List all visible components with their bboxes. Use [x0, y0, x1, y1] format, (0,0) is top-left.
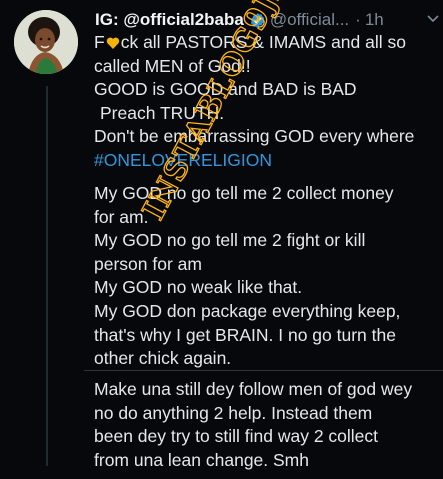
reply-1-line-6: My GOD don package everything keep, — [94, 300, 401, 321]
thread-reply-2-text: Make una still dey follow men of god wey… — [94, 378, 435, 472]
reply-1-line-5: My GOD no weak like that. — [94, 277, 303, 298]
reply-2-line-2: no do anything 2 help. Instead them — [94, 402, 373, 423]
author-avatar-image — [14, 10, 78, 74]
tweet-line-3: GOOD is GOOD and BAD is BAD — [94, 79, 357, 100]
reply-1-line-4: person for am — [94, 253, 202, 274]
reply-1-line-2: for am. — [94, 206, 149, 227]
reply-2-line-3: been dey try to still find way 2 collect — [94, 426, 379, 447]
reply-2-line-1: Make una still dey follow men of god wey — [94, 379, 413, 399]
reply-1-line-7: that's why I get BRAIN. I no go turn the — [94, 324, 396, 345]
tweet-text: Fck all PASTORS & IMAMS and all so calle… — [94, 31, 435, 173]
tweet-timestamp[interactable]: 1h — [365, 9, 384, 31]
reply-2-line-4: from una lean change. Smh — [94, 449, 309, 470]
heart-censor-icon — [106, 33, 120, 57]
author-name[interactable]: IG: @official2baba — [95, 9, 244, 31]
chevron-down-icon[interactable] — [425, 8, 441, 30]
reply-divider — [84, 370, 443, 371]
thread-connector-line — [46, 86, 48, 466]
tweet-line-5: Don't be embarrassing GOD every where — [94, 126, 415, 147]
author-handle[interactable]: @official... — [270, 9, 349, 31]
reply-1-line-1: My GOD no go tell me 2 collect money — [94, 183, 394, 203]
tweet-line-2: called MEN of God!! — [94, 55, 251, 76]
thread-reply-1-text: My GOD no go tell me 2 collect money for… — [94, 182, 435, 371]
tweet-line-4: Preach TRUTH. — [100, 102, 225, 123]
reply-1-line-8: other chick again. — [94, 348, 232, 369]
verified-badge-icon — [249, 12, 266, 29]
header-separator: · — [355, 10, 361, 29]
tweet-line-1: Fck all PASTORS & IMAMS and all so — [94, 31, 435, 55]
author-avatar[interactable] — [14, 10, 78, 74]
tweet-header: IG: @official2baba @official... · 1h — [95, 8, 437, 32]
hashtag-link[interactable]: #ONELOVERELIGION — [94, 149, 435, 173]
reply-1-line-3: My GOD no go tell me 2 fight or kill — [94, 230, 366, 251]
